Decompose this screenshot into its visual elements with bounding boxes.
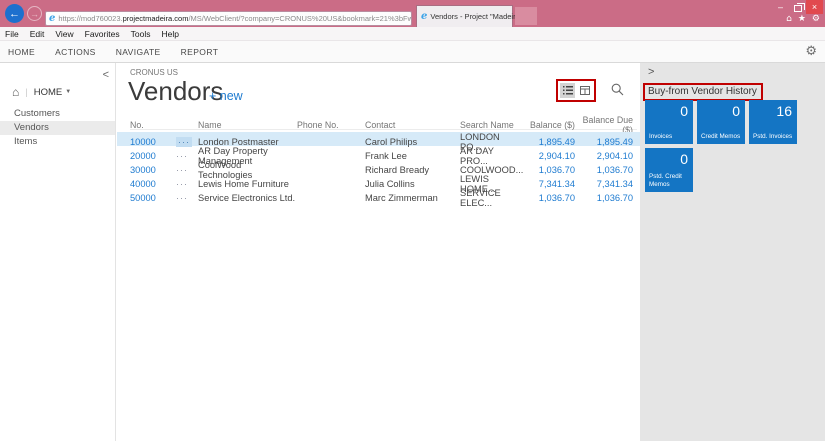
table-row[interactable]: 10000 ··· London Postmaster Carol Philip… bbox=[117, 132, 640, 152]
sidebar-home-menu[interactable]: ⌂ | HOME ▼ bbox=[12, 85, 71, 99]
browser-settings-gear-icon[interactable]: ⚙ bbox=[812, 14, 820, 24]
search-button[interactable] bbox=[611, 83, 625, 97]
col-phone[interactable]: Phone No. bbox=[297, 120, 365, 130]
tab-favicon-icon: e bbox=[421, 11, 428, 22]
tile-value: 0 bbox=[680, 103, 688, 119]
tile-label: Credit Memos bbox=[701, 133, 741, 141]
url-path: /MS/WebClient/?company=CRONUS%20US&bookm… bbox=[188, 14, 411, 23]
app-window: ← → e https://mod760023. projectmadeira.c… bbox=[0, 0, 825, 441]
tab-title: Vendors - Project "Madeira" bbox=[430, 12, 523, 21]
navigation-sidebar: < ⌂ | HOME ▼ Customers Vendors Items bbox=[0, 63, 116, 441]
menu-edit[interactable]: Edit bbox=[30, 29, 45, 39]
browser-forward-button[interactable]: → bbox=[27, 6, 42, 21]
factbox-tiles: 0 Invoices 0 Credit Memos 16 Pstd. Invoi… bbox=[645, 100, 805, 192]
back-arrow-icon: ← bbox=[9, 7, 20, 20]
sidebar-home-label: HOME bbox=[33, 86, 63, 98]
window-controls: – × bbox=[772, 0, 823, 14]
tile-value: 16 bbox=[776, 103, 792, 119]
sidebar-item-vendors[interactable]: Vendors bbox=[0, 121, 115, 135]
table-row[interactable]: 30000 ··· CoolWood Technologies Richard … bbox=[130, 160, 637, 180]
browser-home-icon[interactable]: ⌂ bbox=[786, 14, 792, 24]
sidebar-item-items[interactable]: Items bbox=[0, 135, 115, 149]
browser-back-button[interactable]: ← bbox=[5, 4, 24, 23]
app-ribbon: HOME ACTIONS NAVIGATE REPORT ⚙ bbox=[0, 41, 825, 63]
menu-favorites[interactable]: Favorites bbox=[85, 29, 120, 39]
tile-value: 0 bbox=[732, 103, 740, 119]
ribbon-tab-actions[interactable]: ACTIONS bbox=[55, 47, 96, 57]
col-search-name[interactable]: Search Name bbox=[460, 120, 520, 130]
table-row[interactable]: 50000 ··· Service Electronics Ltd. Marc … bbox=[130, 188, 637, 208]
tile-pstd-credit-memos[interactable]: 0 Pstd. Credit Memos bbox=[645, 148, 693, 192]
address-bar[interactable]: e https://mod760023. projectmadeira.com/M… bbox=[45, 11, 412, 26]
tile-label: Pstd. Invoices bbox=[753, 133, 793, 141]
home-icon: ⌂ bbox=[12, 85, 20, 99]
menu-file[interactable]: File bbox=[5, 29, 19, 39]
sidebar-collapse-icon[interactable]: < bbox=[103, 69, 109, 81]
card-view-icon bbox=[579, 86, 590, 95]
ribbon-tab-home[interactable]: HOME bbox=[8, 47, 35, 57]
list-view-icon bbox=[562, 86, 573, 95]
menu-help[interactable]: Help bbox=[161, 29, 178, 39]
chevron-down-icon: ▼ bbox=[65, 89, 72, 95]
restore-button[interactable] bbox=[789, 0, 806, 14]
tile-invoices[interactable]: 0 Invoices bbox=[645, 100, 693, 144]
cell-search-name: SERVICE ELEC... bbox=[460, 188, 501, 208]
card-view-button[interactable] bbox=[577, 83, 592, 98]
cell-contact: Marc Zimmerman bbox=[365, 193, 438, 203]
row-menu-icon[interactable]: ··· bbox=[176, 193, 198, 203]
new-tab-button[interactable] bbox=[515, 7, 537, 25]
menu-tools[interactable]: Tools bbox=[131, 29, 151, 39]
col-balance[interactable]: Balance ($) bbox=[520, 120, 577, 130]
restore-icon bbox=[793, 2, 805, 12]
table-row[interactable]: 20000 ··· AR Day Property Management Fra… bbox=[130, 146, 637, 166]
divider: | bbox=[25, 86, 28, 98]
url-domain: projectmadeira.com bbox=[122, 14, 189, 23]
vendors-list-page: CRONUS US Vendors + new No. Name Phone N… bbox=[117, 63, 640, 441]
new-vendor-button[interactable]: + new bbox=[209, 89, 243, 103]
sidebar-item-customers[interactable]: Customers bbox=[0, 107, 115, 121]
cell-name: Service Electronics Ltd. bbox=[198, 193, 296, 203]
ie-page-icon: e bbox=[49, 13, 56, 24]
cell-no[interactable]: 50000 bbox=[130, 193, 176, 203]
tile-value: 0 bbox=[680, 151, 688, 167]
menu-view[interactable]: View bbox=[55, 29, 73, 39]
view-toggle-annotation-box bbox=[556, 79, 596, 102]
factbox-expand-icon[interactable]: > bbox=[648, 66, 654, 78]
factbox-title: Buy-from Vendor History bbox=[643, 83, 763, 101]
browser-tab[interactable]: e Vendors - Project "Madeira" × bbox=[416, 5, 527, 27]
factbox-pane: > Buy-from Vendor History 0 Invoices 0 C… bbox=[640, 63, 825, 441]
tile-pstd-invoices[interactable]: 16 Pstd. Invoices bbox=[749, 100, 797, 144]
col-contact[interactable]: Contact bbox=[365, 120, 460, 130]
browser-titlebar: ← → e https://mod760023. projectmadeira.c… bbox=[0, 0, 825, 27]
tile-label: Pstd. Credit Memos bbox=[649, 173, 682, 189]
favorites-star-icon[interactable]: ★ bbox=[798, 14, 806, 24]
table-header: No. Name Phone No. Contact Search Name B… bbox=[130, 115, 637, 135]
col-no[interactable]: No. bbox=[130, 120, 176, 130]
col-name[interactable]: Name bbox=[198, 120, 297, 130]
table-row[interactable]: 40000 ··· Lewis Home Furniture Julia Col… bbox=[130, 174, 637, 194]
list-view-button[interactable] bbox=[560, 83, 575, 98]
minimize-button[interactable]: – bbox=[772, 0, 789, 14]
close-button[interactable]: × bbox=[806, 0, 823, 14]
ribbon-tab-report[interactable]: REPORT bbox=[181, 47, 219, 57]
cell-balance-due[interactable]: 1,036.70 bbox=[577, 193, 637, 203]
cell-balance[interactable]: 1,036.70 bbox=[520, 193, 577, 203]
search-icon bbox=[611, 83, 624, 96]
tile-label: Invoices bbox=[649, 133, 673, 141]
ribbon-tab-navigate[interactable]: NAVIGATE bbox=[116, 47, 161, 57]
tile-credit-memos[interactable]: 0 Credit Memos bbox=[697, 100, 745, 144]
app-settings-gear-icon[interactable]: ⚙ bbox=[805, 43, 817, 59]
url-scheme: https://mod760023. bbox=[58, 14, 123, 23]
browser-menu-bar: File Edit View Favorites Tools Help bbox=[0, 27, 825, 41]
forward-arrow-icon: → bbox=[30, 8, 39, 19]
